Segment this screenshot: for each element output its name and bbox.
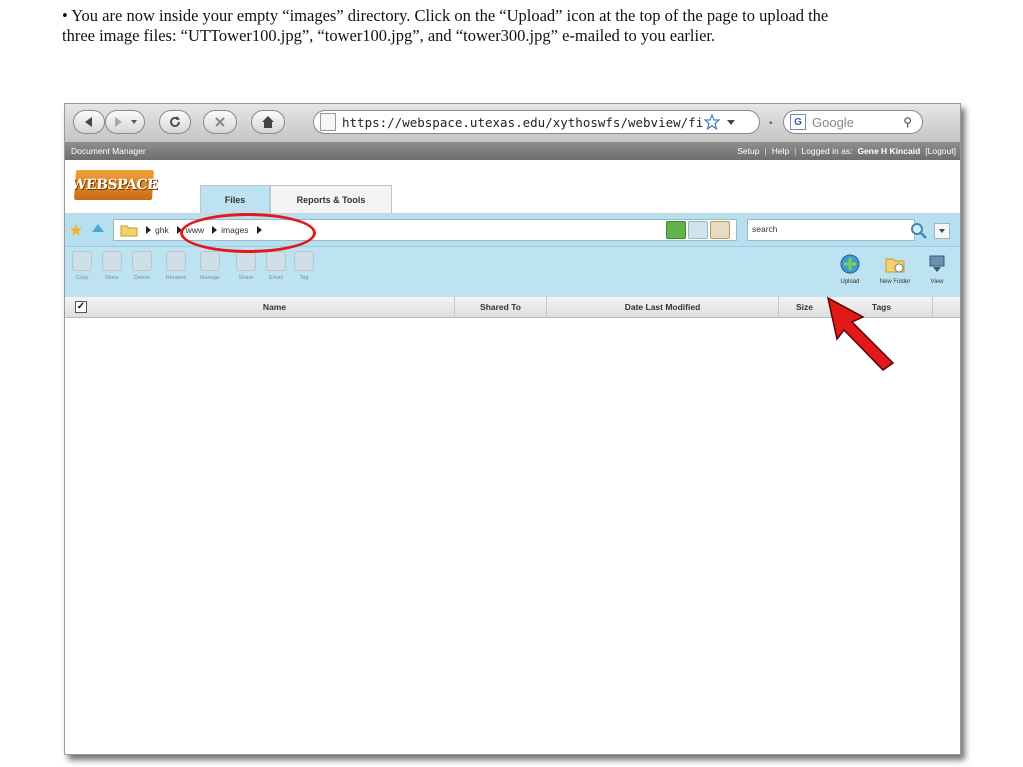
chevron-down-icon [939, 229, 945, 233]
upload-icon [840, 254, 860, 274]
search-input[interactable]: search [747, 219, 915, 241]
tag-icon [294, 251, 314, 271]
google-search-box[interactable]: G Google ⚲ [783, 110, 923, 134]
forward-arrow-icon [115, 117, 122, 127]
page-icon [320, 113, 336, 131]
rename-icon [166, 251, 186, 271]
chevron-down-icon[interactable] [726, 117, 736, 127]
delete-icon [132, 251, 152, 271]
sync-icon[interactable] [688, 221, 708, 239]
bookmark-icon[interactable] [710, 221, 730, 239]
reload-icon [170, 116, 180, 127]
up-folder-icon[interactable] [91, 223, 105, 237]
column-header-shared-to[interactable]: Shared To [455, 297, 547, 317]
new-folder-icon [885, 258, 905, 273]
column-header-name[interactable]: Name [95, 297, 455, 317]
column-header-size[interactable]: Size [779, 297, 831, 317]
action-toolbar: Copy Move Delete Rename Manage Share Ema… [65, 247, 960, 297]
share-icon [236, 251, 256, 271]
email-icon [266, 251, 286, 271]
separator: | [794, 146, 797, 156]
manage-button[interactable]: Manage [199, 251, 221, 281]
highlight-circle [180, 213, 316, 253]
logout-link[interactable]: [Logout] [925, 146, 956, 156]
tag-button[interactable]: Tag [293, 251, 315, 281]
manage-icon [200, 251, 220, 271]
google-logo-icon: G [790, 114, 806, 130]
browser-toolbar: https://webspace.utexas.edu/xythoswfs/we… [65, 104, 960, 143]
copy-icon [72, 251, 92, 271]
setup-link[interactable]: Setup [737, 146, 759, 156]
upload-button[interactable]: Upload [837, 251, 863, 285]
file-list-area [65, 318, 960, 754]
favorites-star-icon[interactable] [69, 223, 83, 237]
view-button[interactable]: View [925, 251, 949, 285]
view-icon [929, 255, 945, 272]
bookmark-star-icon[interactable] [704, 114, 720, 130]
reload-button[interactable] [159, 110, 191, 134]
new-folder-button[interactable]: New Folder [875, 251, 915, 285]
home-button[interactable] [251, 110, 285, 134]
magnifier-icon[interactable]: ⚲ [903, 115, 912, 129]
back-button[interactable] [73, 110, 105, 134]
rename-button[interactable]: Rename [165, 251, 187, 281]
breadcrumb-arrow-icon [146, 226, 151, 234]
instruction-text: • You are now inside your empty “images”… [62, 6, 829, 45]
app-header: WEBSPACE Files Reports & Tools [65, 160, 960, 214]
tab-reports-tools[interactable]: Reports & Tools [270, 185, 392, 213]
red-arrow-icon [826, 296, 895, 371]
back-arrow-icon [85, 117, 92, 127]
stop-button[interactable] [203, 110, 237, 134]
share-button[interactable]: Share [235, 251, 257, 281]
webspace-logo: WEBSPACE [70, 170, 158, 200]
stop-icon [215, 117, 225, 127]
search-options-button[interactable] [934, 223, 950, 239]
logged-in-label: Logged in as: [801, 146, 853, 156]
chevron-down-icon [131, 120, 137, 124]
folder-icon[interactable] [120, 223, 138, 237]
help-link[interactable]: Help [772, 146, 789, 156]
browser-window: https://webspace.utexas.edu/xythoswfs/we… [64, 103, 961, 755]
breadcrumb-item-ghk[interactable]: ghk [155, 225, 169, 235]
separator: | [764, 146, 767, 156]
address-bar[interactable]: https://webspace.utexas.edu/xythoswfs/we… [313, 110, 760, 134]
delete-button[interactable]: Delete [131, 251, 153, 281]
move-button[interactable]: Move [101, 251, 123, 281]
copy-button[interactable]: Copy [71, 251, 93, 281]
search-icon[interactable] [910, 222, 928, 240]
select-all-checkbox[interactable]: ✓ [75, 301, 87, 313]
column-header-date-last-modified[interactable]: Date Last Modified [547, 297, 779, 317]
google-search-placeholder: Google [812, 114, 854, 130]
user-name: Gene H Kincaid [857, 146, 921, 156]
document-manager-title: Document Manager [71, 146, 146, 156]
home-icon [262, 116, 274, 128]
separator-dot: • [769, 118, 773, 129]
move-icon [102, 251, 122, 271]
tab-files[interactable]: Files [200, 185, 270, 213]
email-button[interactable]: Email [265, 251, 287, 281]
forward-button[interactable] [105, 110, 145, 134]
document-manager-bar: Document Manager Setup | Help | Logged i… [65, 142, 960, 160]
url-text: https://webspace.utexas.edu/xythoswfs/we… [342, 114, 704, 130]
refresh-icon[interactable] [666, 221, 686, 239]
